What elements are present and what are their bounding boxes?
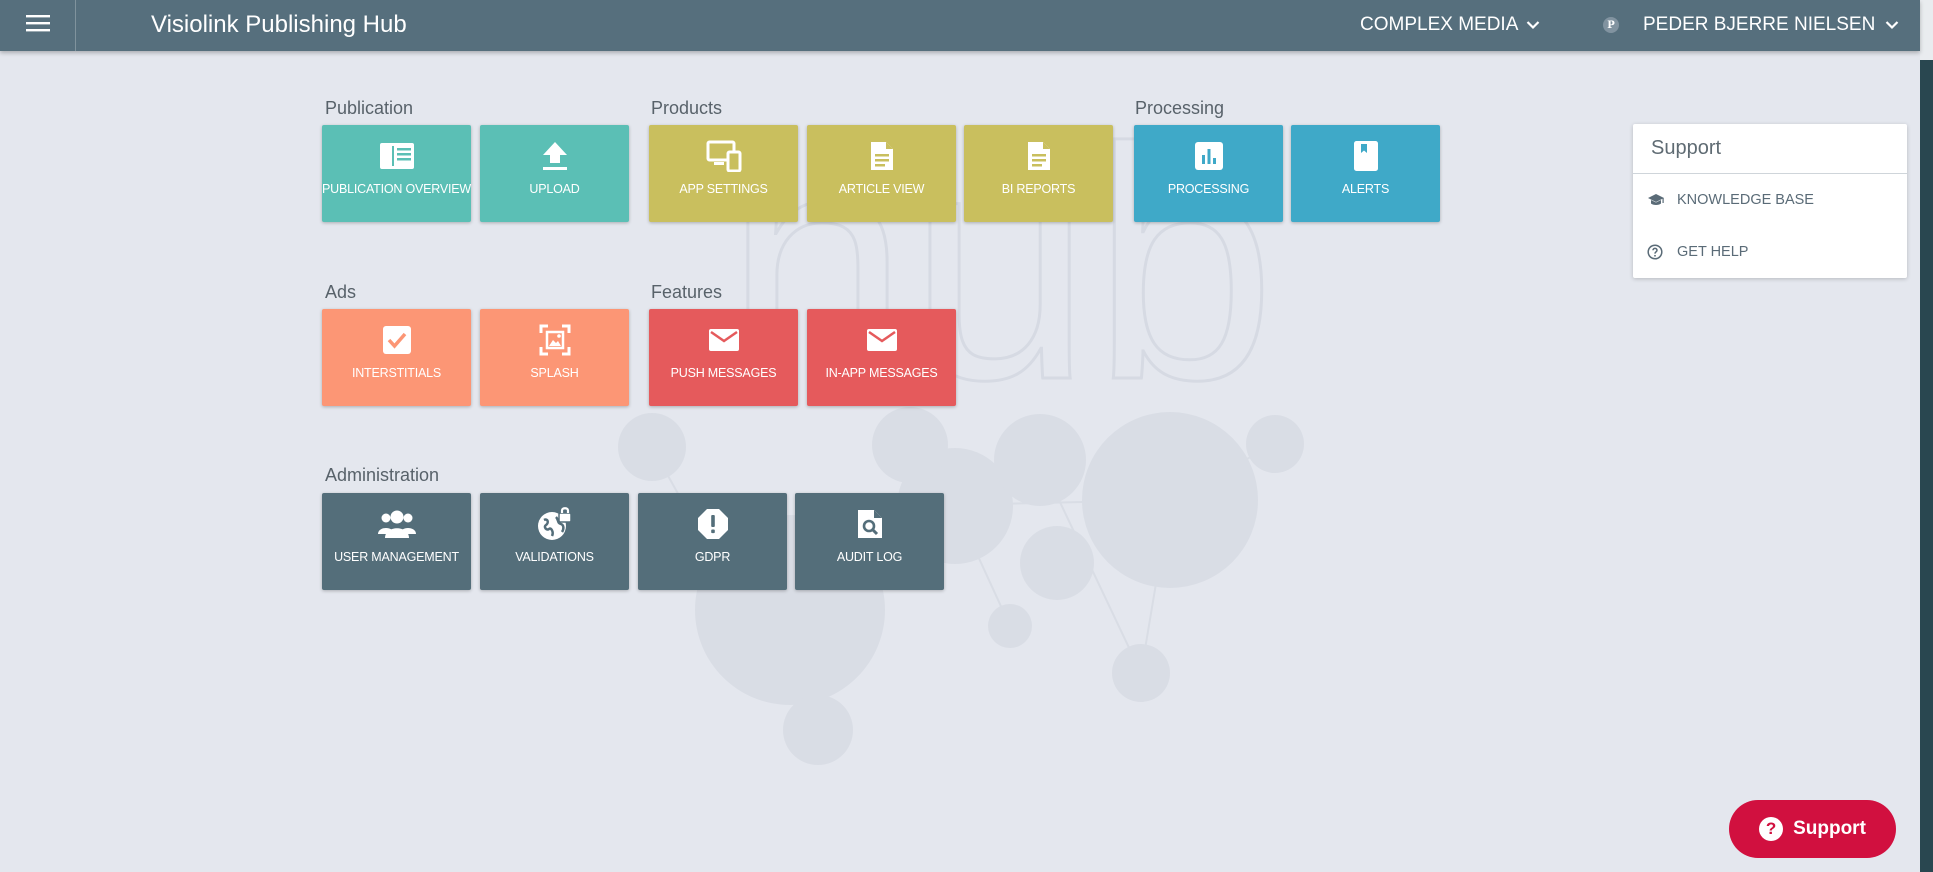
tile-upload[interactable]: UPLOAD bbox=[480, 125, 629, 222]
section-title-products: Products bbox=[651, 98, 723, 118]
upload-icon bbox=[541, 139, 569, 173]
devices-icon bbox=[706, 139, 742, 173]
tile-label: UPLOAD bbox=[529, 182, 580, 196]
support-button-label: Support bbox=[1793, 818, 1866, 839]
avatar: P bbox=[1603, 17, 1619, 33]
graduation-cap-icon bbox=[1647, 193, 1665, 207]
tile-audit-log[interactable]: AUDIT LOG bbox=[795, 493, 944, 590]
alert-icon bbox=[697, 507, 729, 541]
support-panel-title: Support bbox=[1633, 124, 1907, 174]
tile-in-app-messages[interactable]: IN-APP MESSAGES bbox=[807, 309, 956, 406]
section-title-administration: Administration bbox=[325, 465, 440, 485]
support-item-label: GET HELP bbox=[1677, 244, 1749, 260]
help-icon: ? bbox=[1759, 817, 1784, 841]
tile-label: APP SETTINGS bbox=[679, 182, 768, 196]
document-icon bbox=[869, 139, 895, 173]
tile-bi-reports[interactable]: BI REPORTS bbox=[964, 125, 1113, 222]
tile-label: VALIDATIONS bbox=[515, 550, 594, 564]
user-menu[interactable]: P PEDER BJERRE NIELSEN bbox=[1603, 14, 1899, 36]
checkbox-icon bbox=[382, 323, 412, 357]
file-search-icon bbox=[856, 507, 884, 541]
organization-selector[interactable]: COMPLEX MEDIA bbox=[1360, 14, 1540, 36]
support-button[interactable]: ? Support bbox=[1729, 800, 1896, 858]
section-title-processing: Processing bbox=[1135, 98, 1225, 118]
organization-name: COMPLEX MEDIA bbox=[1360, 14, 1519, 35]
chevron-down-icon bbox=[1885, 14, 1899, 36]
tile-label: ARTICLE VIEW bbox=[838, 182, 925, 196]
support-item-knowledge-base[interactable]: KNOWLEDGE BASE bbox=[1633, 174, 1907, 226]
document-icon bbox=[1026, 139, 1052, 173]
mail-icon bbox=[866, 323, 898, 357]
question-circle-icon bbox=[1647, 244, 1665, 260]
mail-icon bbox=[708, 323, 740, 357]
hamburger-menu-icon bbox=[25, 14, 50, 37]
tile-label: AUDIT LOG bbox=[836, 550, 903, 564]
tile-publication-overview[interactable]: PUBLICATION OVERVIEW bbox=[322, 125, 471, 222]
tile-gdpr[interactable]: GDPR bbox=[638, 493, 787, 590]
tile-label: USER MANAGEMENT bbox=[334, 550, 459, 564]
section-title-features: Features bbox=[651, 282, 723, 302]
tile-label: PUSH MESSAGES bbox=[670, 366, 777, 380]
tile-label: SPLASH bbox=[530, 366, 579, 380]
tile-user-management[interactable]: USER MANAGEMENT bbox=[322, 493, 471, 590]
menu-button[interactable] bbox=[0, 0, 76, 51]
user-name: PEDER BJERRE NIELSEN bbox=[1643, 14, 1876, 35]
section-title-ads: Ads bbox=[325, 282, 357, 302]
tile-processing[interactable]: PROCESSING bbox=[1134, 125, 1283, 222]
support-item-label: KNOWLEDGE BASE bbox=[1677, 192, 1814, 208]
tile-label: IN-APP MESSAGES bbox=[825, 366, 938, 380]
tile-interstitials[interactable]: INTERSTITIALS bbox=[322, 309, 471, 406]
users-icon bbox=[377, 507, 417, 541]
tile-label: BI REPORTS bbox=[1001, 182, 1076, 196]
app-title: Visiolink Publishing Hub bbox=[151, 11, 407, 38]
tile-label: ALERTS bbox=[1341, 182, 1390, 196]
tile-label: GDPR bbox=[694, 550, 731, 564]
tile-label: PROCESSING bbox=[1167, 182, 1250, 196]
tile-splash[interactable]: SPLASH bbox=[480, 309, 629, 406]
tile-alerts[interactable]: ALERTS bbox=[1291, 125, 1440, 222]
support-panel: Support KNOWLEDGE BASE GET HELP bbox=[1633, 124, 1907, 278]
section-title-publication: Publication bbox=[325, 98, 414, 118]
top-bar: Visiolink Publishing Hub COMPLEX MEDIA P… bbox=[0, 0, 1920, 51]
globe-lock-icon bbox=[537, 507, 573, 541]
tile-label: INTERSTITIALS bbox=[351, 366, 442, 380]
tile-article-view[interactable]: ARTICLE VIEW bbox=[807, 125, 956, 222]
support-item-get-help[interactable]: GET HELP bbox=[1633, 226, 1907, 278]
tile-validations[interactable]: VALIDATIONS bbox=[480, 493, 629, 590]
tile-label: PUBLICATION OVERVIEW bbox=[321, 182, 472, 196]
image-frame-icon bbox=[539, 323, 571, 357]
tile-push-messages[interactable]: PUSH MESSAGES bbox=[649, 309, 798, 406]
scrollbar-thumb[interactable] bbox=[1920, 0, 1933, 60]
bookmark-icon bbox=[1353, 139, 1379, 173]
bar-chart-icon bbox=[1194, 139, 1224, 173]
window-edge-scrollbar[interactable] bbox=[1920, 0, 1933, 872]
tile-app-settings[interactable]: APP SETTINGS bbox=[649, 125, 798, 222]
publication-icon bbox=[379, 139, 415, 173]
chevron-down-icon bbox=[1526, 14, 1540, 36]
